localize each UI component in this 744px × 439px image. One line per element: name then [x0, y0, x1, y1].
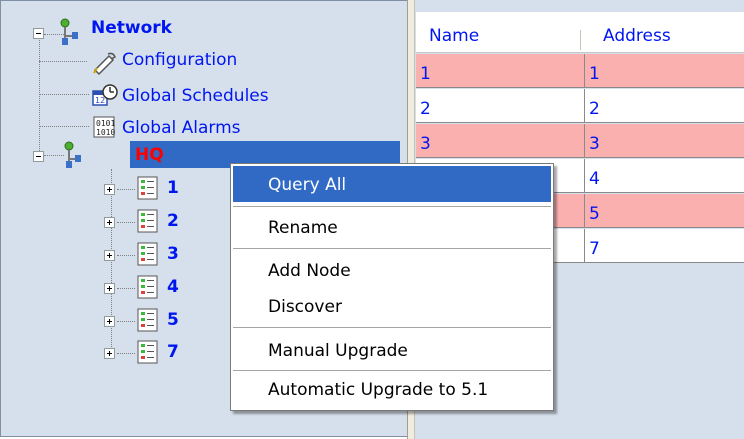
tree-item-label: HQ [135, 145, 164, 165]
tree-item-label: 2 [167, 211, 179, 231]
node-device-icon [137, 176, 158, 200]
expand-toggle-icon[interactable] [104, 217, 115, 228]
binary-alarm-icon: 0101 1010 [93, 116, 115, 138]
tree-item-label: 7 [167, 342, 179, 362]
tree-line [117, 222, 135, 223]
table-row[interactable]: 3 3 [416, 124, 744, 158]
menu-item-automatic-upgrade[interactable]: Automatic Upgrade to 5.1 [233, 371, 551, 407]
expand-toggle-icon[interactable] [104, 250, 115, 261]
tree-item-node[interactable]: 2 [1, 207, 179, 239]
node-device-icon [137, 209, 158, 233]
table-header: Name Address [416, 12, 744, 53]
tree-item-node[interactable]: 3 [1, 240, 179, 272]
node-device-icon [137, 340, 158, 364]
cell-address: 4 [589, 169, 600, 189]
column-header-address[interactable]: Address [603, 12, 671, 53]
tree-line [117, 189, 135, 190]
tree-item-configuration[interactable]: Configuration [1, 48, 301, 80]
column-divider [584, 124, 585, 158]
tree-item-node[interactable]: 7 [1, 338, 179, 370]
tree-line [117, 321, 135, 322]
tree-item-network[interactable]: Network [1, 18, 301, 50]
svg-text:1010: 1010 [96, 128, 115, 137]
column-divider [584, 54, 585, 88]
calendar-clock-icon: 12 [92, 84, 118, 106]
cell-name: 1 [420, 64, 431, 84]
cell-name: 3 [420, 134, 431, 154]
menu-separator [233, 248, 551, 249]
column-divider [584, 229, 585, 263]
tree-item-label: 1 [167, 178, 179, 198]
tree-line [117, 288, 135, 289]
menu-item-add-node[interactable]: Add Node [233, 252, 551, 288]
cell-address: 1 [589, 64, 600, 84]
column-divider [584, 89, 585, 123]
node-device-icon [137, 275, 158, 299]
column-divider[interactable] [580, 30, 582, 50]
configuration-icon [93, 52, 116, 76]
tree-line [117, 353, 135, 354]
cell-address: 2 [589, 99, 600, 119]
tree-item-label: 4 [167, 277, 179, 297]
context-menu: Query All Rename Add Node Discover Manua… [230, 163, 554, 411]
tree-item-label: Configuration [122, 50, 238, 70]
tree-item-label: 3 [167, 244, 179, 264]
column-divider [584, 194, 585, 228]
node-device-icon [137, 308, 158, 332]
column-header-name[interactable]: Name [429, 12, 479, 53]
expand-toggle-icon[interactable] [104, 316, 115, 327]
svg-text:12: 12 [95, 96, 105, 105]
tree-item-label: Global Alarms [122, 118, 241, 138]
menu-separator [233, 327, 551, 328]
tree-item-global-schedules[interactable]: 12 Global Schedules [1, 81, 301, 113]
collapse-toggle-icon[interactable] [33, 151, 44, 162]
expand-toggle-icon[interactable] [104, 283, 115, 294]
expand-toggle-icon[interactable] [104, 348, 115, 359]
table-row[interactable]: 2 2 [416, 89, 744, 123]
tree-item-label: 5 [167, 310, 179, 330]
menu-item-rename[interactable]: Rename [233, 209, 551, 245]
menu-item-query-all[interactable]: Query All [233, 166, 551, 202]
tree-item-node[interactable]: 1 [1, 174, 179, 206]
tree-item-node[interactable]: 4 [1, 273, 179, 305]
cell-address: 7 [589, 239, 600, 259]
cell-address: 5 [589, 204, 600, 224]
menu-separator [233, 206, 551, 207]
column-divider [584, 159, 585, 193]
collapse-toggle-icon[interactable] [33, 28, 44, 39]
cell-name: 2 [420, 99, 431, 119]
tree-item-node[interactable]: 5 [1, 306, 179, 338]
cell-address: 3 [589, 134, 600, 154]
menu-item-discover[interactable]: Discover [233, 288, 551, 324]
network-node-icon [60, 18, 78, 45]
expand-toggle-icon[interactable] [104, 184, 115, 195]
tree-item-label: Network [91, 18, 172, 38]
svg-text:0101: 0101 [96, 119, 115, 128]
menu-item-manual-upgrade[interactable]: Manual Upgrade [233, 332, 551, 368]
table-row[interactable]: 1 1 [416, 54, 744, 88]
node-device-icon [137, 242, 158, 266]
tree-line [117, 255, 135, 256]
tree-item-label: Global Schedules [122, 86, 269, 106]
network-node-icon [64, 141, 81, 168]
